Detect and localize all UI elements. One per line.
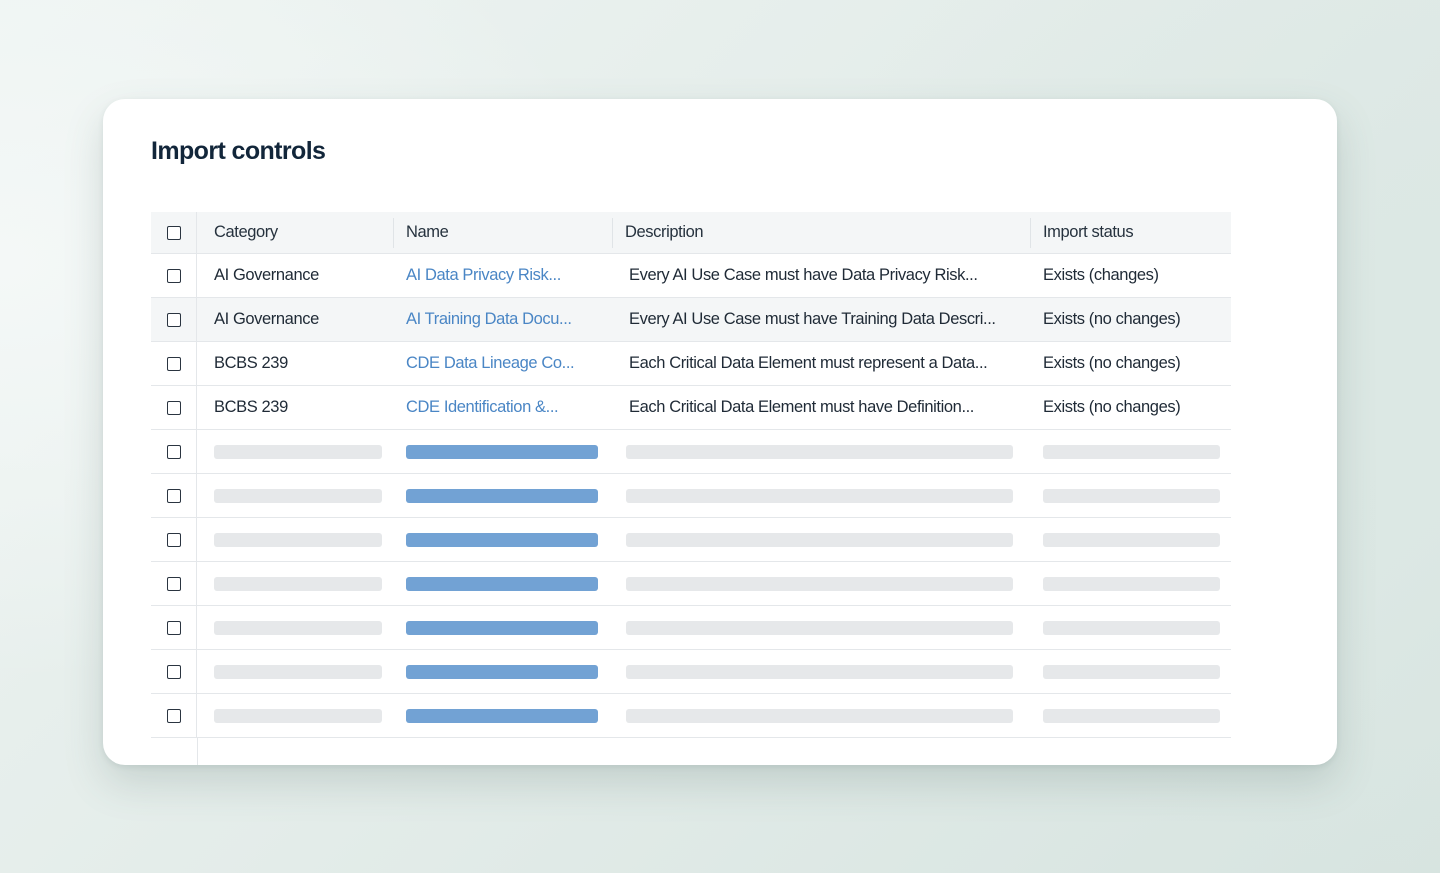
placeholder-status	[1043, 694, 1228, 737]
column-header-import-status[interactable]: Import status	[1043, 212, 1228, 253]
placeholder-row[interactable]	[151, 430, 1231, 474]
table-row[interactable]: BCBS 239 CDE Data Lineage Co... Each Cri…	[151, 342, 1231, 386]
placeholder-name	[406, 518, 606, 561]
placeholder-category	[214, 650, 389, 693]
row-checkbox[interactable]	[166, 444, 181, 459]
placeholder-row[interactable]	[151, 694, 1231, 738]
placeholder-description	[626, 694, 1016, 737]
row-select-cell	[151, 606, 197, 649]
table-row[interactable]: BCBS 239 CDE Identification &... Each Cr…	[151, 386, 1231, 430]
placeholder-row[interactable]	[151, 650, 1231, 694]
row-import-status: Exists (changes)	[1043, 266, 1159, 284]
placeholder-name	[406, 430, 606, 473]
column-divider[interactable]	[393, 218, 394, 248]
row-checkbox[interactable]	[166, 488, 181, 503]
table-row[interactable]: AI Governance AI Data Privacy Risk... Ev…	[151, 254, 1231, 298]
table-header-row: Category Name Description Import status	[151, 212, 1231, 254]
row-category: AI Governance	[214, 310, 319, 328]
placeholder-category	[214, 562, 389, 605]
placeholder-category	[214, 518, 389, 561]
placeholder-description	[626, 562, 1016, 605]
placeholder-status	[1043, 606, 1228, 649]
placeholder-description	[626, 518, 1016, 561]
row-import-status: Exists (no changes)	[1043, 398, 1181, 416]
placeholder-name	[406, 650, 606, 693]
placeholder-name	[406, 562, 606, 605]
placeholder-status	[1043, 650, 1228, 693]
row-select-cell	[151, 518, 197, 561]
controls-table: Category Name Description Import status …	[151, 212, 1231, 765]
placeholder-status	[1043, 562, 1228, 605]
column-divider[interactable]	[612, 218, 613, 248]
row-description: Each Critical Data Element must have Def…	[629, 398, 974, 416]
row-checkbox[interactable]	[166, 400, 181, 415]
placeholder-name	[406, 474, 606, 517]
row-description: Each Critical Data Element must represen…	[629, 354, 988, 372]
row-checkbox[interactable]	[166, 664, 181, 679]
placeholder-description	[626, 606, 1016, 649]
row-description: Every AI Use Case must have Data Privacy…	[629, 266, 978, 284]
row-name-link[interactable]: CDE Data Lineage Co...	[406, 342, 606, 385]
placeholder-category	[214, 694, 389, 737]
row-category: BCBS 239	[214, 398, 288, 416]
row-select-cell	[151, 386, 197, 429]
row-checkbox[interactable]	[166, 268, 181, 283]
row-description: Every AI Use Case must have Training Dat…	[629, 310, 996, 328]
placeholder-row[interactable]	[151, 562, 1231, 606]
select-all-cell	[151, 212, 197, 253]
placeholder-status	[1043, 430, 1228, 473]
placeholder-category	[214, 474, 389, 517]
column-header-name[interactable]: Name	[406, 212, 606, 253]
placeholder-description	[626, 474, 1016, 517]
select-all-checkbox[interactable]	[166, 225, 181, 240]
placeholder-row[interactable]	[151, 606, 1231, 650]
row-name-link[interactable]: CDE Identification &...	[406, 386, 606, 429]
column-divider	[197, 738, 198, 765]
row-checkbox[interactable]	[166, 356, 181, 371]
row-select-cell	[151, 694, 197, 737]
placeholder-description	[626, 430, 1016, 473]
placeholder-category	[214, 430, 389, 473]
row-import-status: Exists (no changes)	[1043, 310, 1181, 328]
row-category: BCBS 239	[214, 354, 288, 372]
column-header-description[interactable]: Description	[625, 212, 1015, 253]
row-select-cell	[151, 254, 197, 297]
row-select-cell	[151, 474, 197, 517]
row-select-cell	[151, 298, 197, 341]
column-header-category[interactable]: Category	[214, 212, 389, 253]
placeholder-category	[214, 606, 389, 649]
row-checkbox[interactable]	[166, 576, 181, 591]
placeholder-row[interactable]	[151, 518, 1231, 562]
row-category: AI Governance	[214, 266, 319, 284]
placeholder-name	[406, 694, 606, 737]
placeholder-status	[1043, 474, 1228, 517]
row-select-cell	[151, 562, 197, 605]
page-title: Import controls	[151, 137, 326, 165]
row-select-cell	[151, 342, 197, 385]
row-select-cell	[151, 430, 197, 473]
table-footer-spacer	[151, 738, 1231, 765]
row-import-status: Exists (no changes)	[1043, 354, 1181, 372]
row-checkbox[interactable]	[166, 312, 181, 327]
placeholder-status	[1043, 518, 1228, 561]
row-name-link[interactable]: AI Training Data Docu...	[406, 298, 606, 341]
placeholder-description	[626, 650, 1016, 693]
row-select-cell	[151, 650, 197, 693]
column-divider[interactable]	[1030, 218, 1031, 248]
row-name-link[interactable]: AI Data Privacy Risk...	[406, 254, 606, 297]
row-checkbox[interactable]	[166, 620, 181, 635]
table-row[interactable]: AI Governance AI Training Data Docu... E…	[151, 298, 1231, 342]
row-checkbox[interactable]	[166, 708, 181, 723]
row-checkbox[interactable]	[166, 532, 181, 547]
placeholder-row[interactable]	[151, 474, 1231, 518]
import-controls-card: Import controls Category Name Descriptio…	[103, 99, 1337, 765]
placeholder-name	[406, 606, 606, 649]
